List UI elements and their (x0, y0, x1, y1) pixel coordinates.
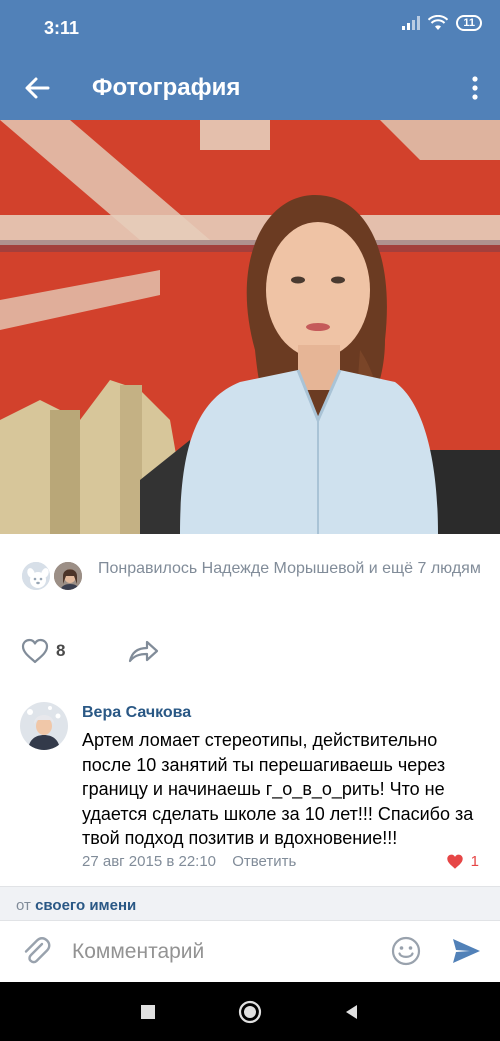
comment-date: 27 авг 2015 в 22:10 (82, 853, 217, 870)
comment-like-button[interactable]: 1 (445, 852, 479, 870)
avatar[interactable] (20, 702, 68, 750)
user-photo-icon (20, 702, 68, 750)
signal-icon (402, 16, 421, 30)
heart-outline-icon[interactable] (20, 636, 50, 666)
share-icon[interactable] (126, 636, 160, 666)
recent-apps-icon[interactable] (138, 1002, 158, 1022)
liked-by-row[interactable]: Понравилось Надежде Морышевой и ещё 7 лю… (20, 556, 490, 606)
post-as-bar: от своего имени (0, 886, 500, 920)
send-icon[interactable] (450, 935, 482, 967)
deactivated-dog-icon (22, 562, 50, 590)
comment-author[interactable]: Вера Сачкова (82, 704, 191, 722)
liked-by-text: Понравилось Надежде Морышевой и ещё 7 лю… (98, 560, 481, 577)
system-nav-bar (0, 982, 500, 1041)
status-bar: 3:11 11 (0, 0, 500, 56)
more-vertical-icon[interactable] (468, 73, 482, 103)
comment-input[interactable] (72, 937, 372, 967)
wifi-icon (428, 15, 449, 30)
back-icon[interactable] (342, 1002, 362, 1022)
toolbar: Фотография (0, 56, 500, 120)
photo-image (0, 120, 500, 534)
status-time: 3:11 (44, 18, 80, 38)
photo[interactable] (0, 120, 500, 534)
post-as-selector[interactable]: своего имени (35, 897, 136, 914)
avatar[interactable] (20, 560, 52, 592)
system-icons: 11 (402, 15, 482, 31)
emoji-icon[interactable] (390, 935, 422, 967)
post-as-prefix: от (16, 897, 31, 914)
comment-like-count: 1 (470, 852, 479, 870)
attach-icon[interactable] (20, 935, 52, 967)
post-actions: 8 (20, 632, 220, 672)
heart-filled-icon (446, 854, 463, 869)
battery-indicator: 11 (456, 15, 482, 31)
reply-button[interactable]: Ответить (232, 853, 296, 870)
arrow-back-icon[interactable] (22, 73, 52, 103)
page-title: Фотография (92, 74, 241, 101)
comment-composer (0, 920, 500, 982)
comment-meta: 27 авг 2015 в 22:10 Ответить (82, 853, 296, 870)
comment-text: Артем ломает стереотипы, действительно п… (82, 730, 474, 848)
user-photo-icon (54, 562, 82, 590)
like-count: 8 (56, 641, 66, 660)
home-icon[interactable] (238, 1000, 262, 1024)
avatar[interactable] (52, 560, 84, 592)
